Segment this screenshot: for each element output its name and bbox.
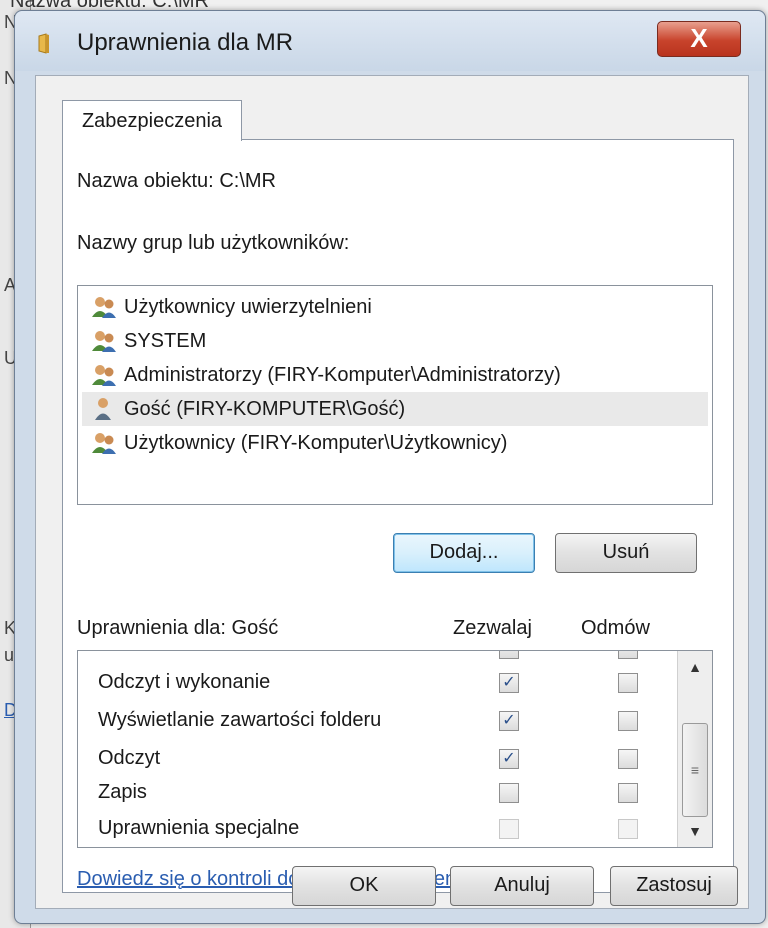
permissions-dialog: Uprawnienia dla MR X Zabezpieczenia Nazw… [14,10,766,924]
deny-checkbox-partial [618,651,638,659]
add-button[interactable]: Dodaj... [393,533,535,573]
user-list[interactable]: Użytkownicy uwierzytelnieni SYSTEM Admin… [77,285,713,505]
scroll-down-arrow-icon[interactable]: ▼ [678,817,712,845]
dialog-client-area: Zabezpieczenia Nazwa obiektu: C:\MR Nazw… [35,75,749,909]
cancel-button[interactable]: Anuluj [450,866,594,906]
apply-button[interactable]: Zastosuj [610,866,738,906]
permissions-for-label: Uprawnienia dla: Gość [77,617,279,639]
deny-checkbox[interactable] [618,673,638,693]
permission-name: Odczyt [98,747,161,769]
permission-name: Wyświetlanie zawartości folderu [98,709,382,731]
user-list-item[interactable]: Użytkownicy uwierzytelnieni [82,290,708,324]
allow-checkbox-partial [499,651,519,659]
permissions-table[interactable]: Odczyt i wykonanie ✓ Wyświetlanie zawart… [77,650,713,848]
user-list-item[interactable]: Administratorzy (FIRY-Komputer\Administr… [82,358,708,392]
group-icon [92,331,116,352]
group-icon [92,365,116,386]
dialog-title: Uprawnienia dla MR [77,29,294,56]
folder-icon [38,33,49,54]
permission-row: Odczyt i wykonanie ✓ [78,665,668,699]
groups-label: Nazwy grup lub użytkowników: [77,232,350,254]
user-list-item-selected[interactable]: Gość (FIRY-KOMPUTER\Gość) [82,392,708,426]
allow-checkbox[interactable] [499,783,519,803]
deny-column-header: Odmów [581,617,650,639]
user-list-item[interactable]: SYSTEM [82,324,708,358]
security-tab-panel: Nazwa obiektu: C:\MR Nazwy grup lub użyt… [62,139,734,893]
allow-checkbox[interactable]: ✓ [499,749,519,769]
permissions-scrollbar[interactable]: ▲ ≡ ▼ [677,651,712,847]
permission-row: Uprawnienia specjalne [78,811,668,845]
background-letter: u [4,645,15,665]
permission-name: Zapis [98,781,147,803]
permission-row: Wyświetlanie zawartości folderu ✓ [78,703,668,737]
permission-row: Odczyt ✓ [78,741,668,775]
object-name-caption: Nazwa obiektu: [77,170,214,192]
deny-checkbox-disabled [618,819,638,839]
object-name-label: Nazwa obiektu: C:\MR [77,170,276,193]
ok-button[interactable]: OK [292,866,436,906]
user-icon [95,398,111,420]
deny-checkbox[interactable] [618,711,638,731]
user-name: Gość (FIRY-KOMPUTER\Gość) [124,398,406,420]
tab-security[interactable]: Zabezpieczenia [62,100,242,141]
user-name: Administratorzy (FIRY-Komputer\Administr… [124,364,561,386]
permission-name: Odczyt i wykonanie [98,671,271,693]
allow-checkbox-disabled [499,819,519,839]
user-name: SYSTEM [124,330,207,352]
permission-row: Zapis [78,775,668,809]
scroll-up-arrow-icon[interactable]: ▲ [678,653,712,681]
group-icon [92,297,116,318]
user-name: Użytkownicy (FIRY-Komputer\Użytkownicy) [124,432,508,454]
close-button[interactable]: X [657,21,741,57]
user-list-item[interactable]: Użytkownicy (FIRY-Komputer\Użytkownicy) [82,426,708,460]
allow-checkbox[interactable]: ✓ [499,711,519,731]
object-name-value: C:\MR [219,170,276,192]
user-name: Użytkownicy uwierzytelnieni [124,296,372,318]
remove-button[interactable]: Usuń [555,533,697,573]
allow-checkbox[interactable]: ✓ [499,673,519,693]
title-bar[interactable]: Uprawnienia dla MR X [15,11,765,71]
group-icon [92,433,116,454]
deny-checkbox[interactable] [618,749,638,769]
scroll-thumb[interactable]: ≡ [682,723,708,817]
permission-name: Uprawnienia specjalne [98,817,300,839]
allow-column-header: Zezwalaj [453,617,532,639]
deny-checkbox[interactable] [618,783,638,803]
